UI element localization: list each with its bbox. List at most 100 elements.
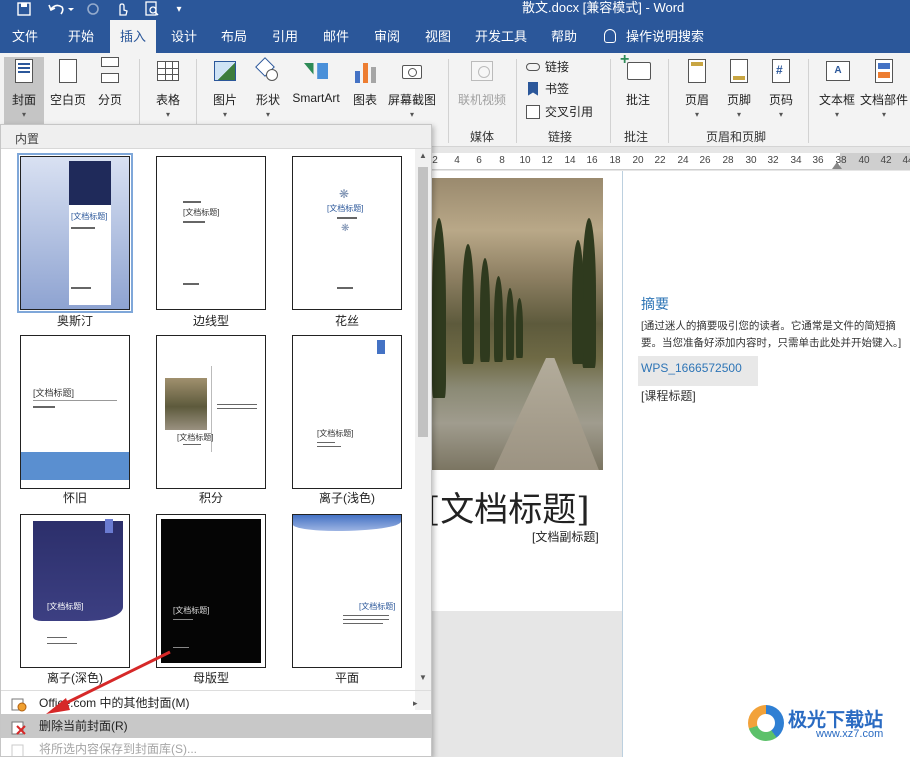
redo-icon[interactable] <box>84 0 102 18</box>
tab-mailings[interactable]: 邮件 <box>314 20 358 53</box>
customize-qat-icon[interactable]: ▾ <box>172 0 186 18</box>
abstract-heading[interactable]: 摘要 <box>641 294 669 314</box>
cover-thumb-filigree[interactable]: ❋ [文档标题] ❋ <box>292 156 402 310</box>
ruler-tick: 34 <box>790 155 802 166</box>
save-icon[interactable] <box>14 0 34 18</box>
gallery-section-label: 内置 <box>15 132 40 146</box>
cover-thumb-sideline[interactable]: [文档标题] <box>156 156 266 310</box>
tab-home[interactable]: 开始 <box>58 20 104 53</box>
shapes-icon <box>255 57 281 85</box>
tab-layout[interactable]: 布局 <box>212 20 256 53</box>
scroll-down-icon[interactable]: ▼ <box>415 671 431 685</box>
window-title: 散文.docx [兼容模式] - Word <box>522 0 685 15</box>
table-button[interactable]: 表格 ▾ <box>148 57 188 119</box>
header-label: 页眉 <box>684 93 709 107</box>
link-button[interactable]: 链接 <box>526 57 569 77</box>
thumb-title: [文档标题] <box>317 429 354 438</box>
shapes-button[interactable]: 形状 ▾ <box>250 57 286 119</box>
cover-thumb-integral[interactable]: [文档标题] <box>156 335 266 489</box>
chevron-down-icon: ▾ <box>265 110 270 119</box>
tab-help[interactable]: 帮助 <box>542 20 586 53</box>
cover-thumb-ion-dark[interactable]: [文档标题] <box>20 514 130 668</box>
online-video-button[interactable]: 联机视频 <box>454 57 510 108</box>
thumb-text-line <box>47 643 77 644</box>
tell-me-search[interactable]: 操作说明搜索 <box>604 20 704 53</box>
comment-button[interactable]: 批注 <box>618 51 658 108</box>
chevron-down-icon: ▾ <box>21 110 26 119</box>
filigree-ornament-icon: ❋ <box>341 223 350 234</box>
author-field[interactable]: WPS_1666572500 <box>638 356 758 386</box>
thumb-text-line <box>33 406 55 408</box>
site-watermark: 极光下载站 www.xz7.com <box>748 703 910 743</box>
tab-design[interactable]: 设计 <box>162 20 206 53</box>
tab-references[interactable]: 引用 <box>262 20 308 53</box>
ruler-tick: 14 <box>564 155 576 166</box>
tab-insert[interactable]: 插入 <box>110 20 156 53</box>
tab-review[interactable]: 审阅 <box>364 20 410 53</box>
thumb-title: [文档标题] <box>173 606 210 615</box>
cover-thumb-retrospect[interactable]: [文档标题] <box>20 335 130 489</box>
online-video-icon <box>469 57 495 85</box>
print-preview-icon[interactable] <box>142 0 162 18</box>
blank-page-icon <box>55 57 81 85</box>
ruler-tick: 42 <box>880 155 892 166</box>
table-label: 表格 <box>155 93 180 107</box>
tab-file[interactable]: 文件 <box>4 20 46 53</box>
tab-view[interactable]: 视图 <box>416 20 460 53</box>
cover-thumb-austin[interactable]: [文档标题] <box>17 153 133 313</box>
ruler-tick: 28 <box>722 155 734 166</box>
link-icon <box>526 63 540 71</box>
blank-page-button[interactable]: 空白页 <box>48 57 88 108</box>
chart-button[interactable]: 图表 <box>348 57 382 108</box>
smartart-button[interactable]: SmartArt <box>288 57 344 105</box>
tree-shape <box>582 218 596 368</box>
course-title[interactable]: [课程标题] <box>641 387 696 404</box>
save-to-gallery-menu-item[interactable]: 将所选内容保存到封面库(S)... <box>1 738 431 756</box>
pictures-button[interactable]: 图片 ▾ <box>206 57 244 119</box>
cover-thumb-grid[interactable]: [文档标题] <box>156 514 266 668</box>
abstract-page[interactable] <box>622 171 910 757</box>
page-number-button[interactable]: 页码 ▾ <box>762 57 800 119</box>
screenshot-button[interactable]: 屏幕截图 ▾ <box>386 57 438 119</box>
save-to-gallery-label: 将所选内容保存到封面库(S)... <box>39 742 197 756</box>
bookmark-label: 书签 <box>545 82 570 96</box>
scroll-thumb[interactable] <box>418 167 428 437</box>
cover-photo[interactable] <box>432 178 603 470</box>
filigree-ornament-icon: ❋ <box>339 187 350 201</box>
page-break-button[interactable]: 分页 <box>92 57 128 108</box>
scroll-up-icon[interactable]: ▲ <box>415 149 431 163</box>
cross-reference-button[interactable]: 交叉引用 <box>526 102 593 122</box>
cover-subtitle[interactable]: [文档副标题] <box>532 528 599 545</box>
online-video-label: 联机视频 <box>457 93 506 107</box>
cover-page-button[interactable]: 封面 ▾ <box>4 57 44 125</box>
ruler-tick: 8 <box>499 155 505 166</box>
cover-thumb-facet[interactable]: [文档标题] <box>292 514 402 668</box>
cover-thumb-ion-light[interactable]: [文档标题] <box>292 335 402 489</box>
footer-button[interactable]: 页脚 ▾ <box>720 57 758 119</box>
pictures-label: 图片 <box>212 93 237 107</box>
horizontal-ruler[interactable]: 2 4 6 8 10 12 14 16 18 20 22 24 26 28 30… <box>432 153 910 170</box>
document-parts-button[interactable]: 文档部件 ▾ <box>858 57 910 119</box>
group-divider <box>808 59 809 143</box>
abstract-body[interactable]: [通过迷人的摘要吸引您的读者。它通常是文件的简短摘 要。当您准备好添加内容时，只… <box>641 318 910 352</box>
touch-mode-icon[interactable] <box>112 0 132 18</box>
abstract-line: 要。当您准备好添加内容时，只需单击此处并开始键入。] <box>641 337 902 349</box>
tab-developer[interactable]: 开发工具 <box>468 20 534 53</box>
bookmark-button[interactable]: 书签 <box>526 79 569 99</box>
text-box-button[interactable]: 文本框 ▾ <box>816 57 858 119</box>
thumb-text-line <box>343 623 383 624</box>
undo-icon[interactable] <box>46 0 76 18</box>
tree-shape <box>516 298 523 358</box>
chevron-down-icon: ▾ <box>736 110 741 119</box>
thumb-text-line <box>71 227 95 229</box>
thumb-text-line <box>47 637 67 638</box>
group-divider <box>668 59 669 143</box>
cover-title[interactable]: [文档标题] <box>427 482 590 531</box>
header-button[interactable]: 页眉 ▾ <box>678 57 716 119</box>
right-indent-marker[interactable] <box>832 162 842 169</box>
chevron-down-icon: ▾ <box>694 110 699 119</box>
tree-shape <box>572 240 584 364</box>
chevron-down-icon: ▾ <box>881 110 886 119</box>
gallery-scrollbar[interactable]: ▲ <box>415 149 431 710</box>
ruler-tick: 22 <box>654 155 666 166</box>
